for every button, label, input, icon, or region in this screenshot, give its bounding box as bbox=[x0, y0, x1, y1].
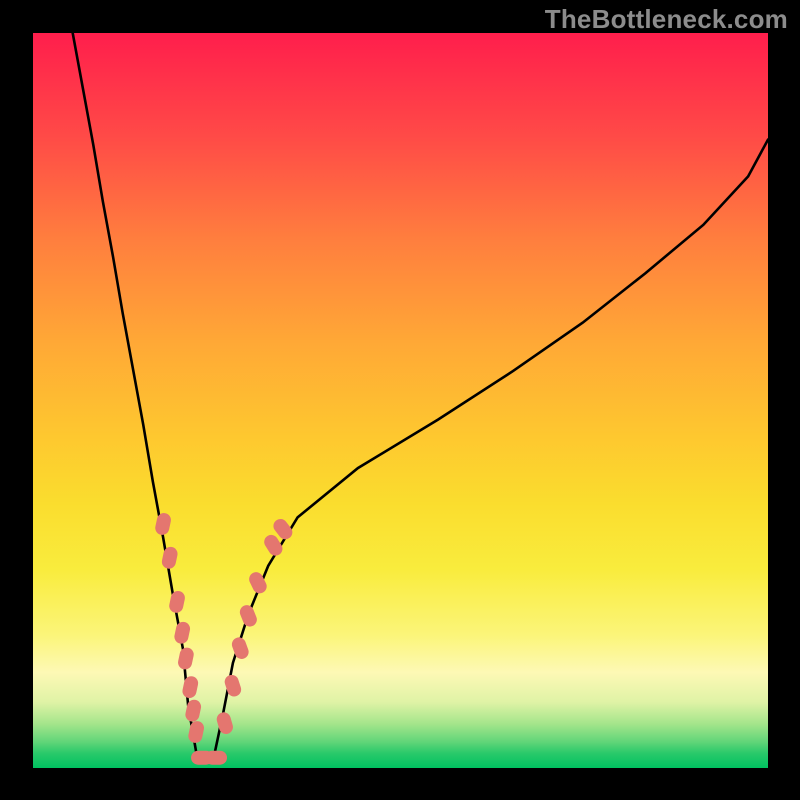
curve-right-branch bbox=[213, 140, 768, 761]
chart-svg-layer bbox=[33, 33, 768, 768]
sample-markers bbox=[154, 512, 295, 765]
watermark-text: TheBottleneck.com bbox=[545, 4, 788, 35]
curve-left-branch bbox=[73, 33, 198, 761]
chart-frame: TheBottleneck.com bbox=[0, 0, 800, 800]
chart-plot-area bbox=[33, 33, 768, 768]
